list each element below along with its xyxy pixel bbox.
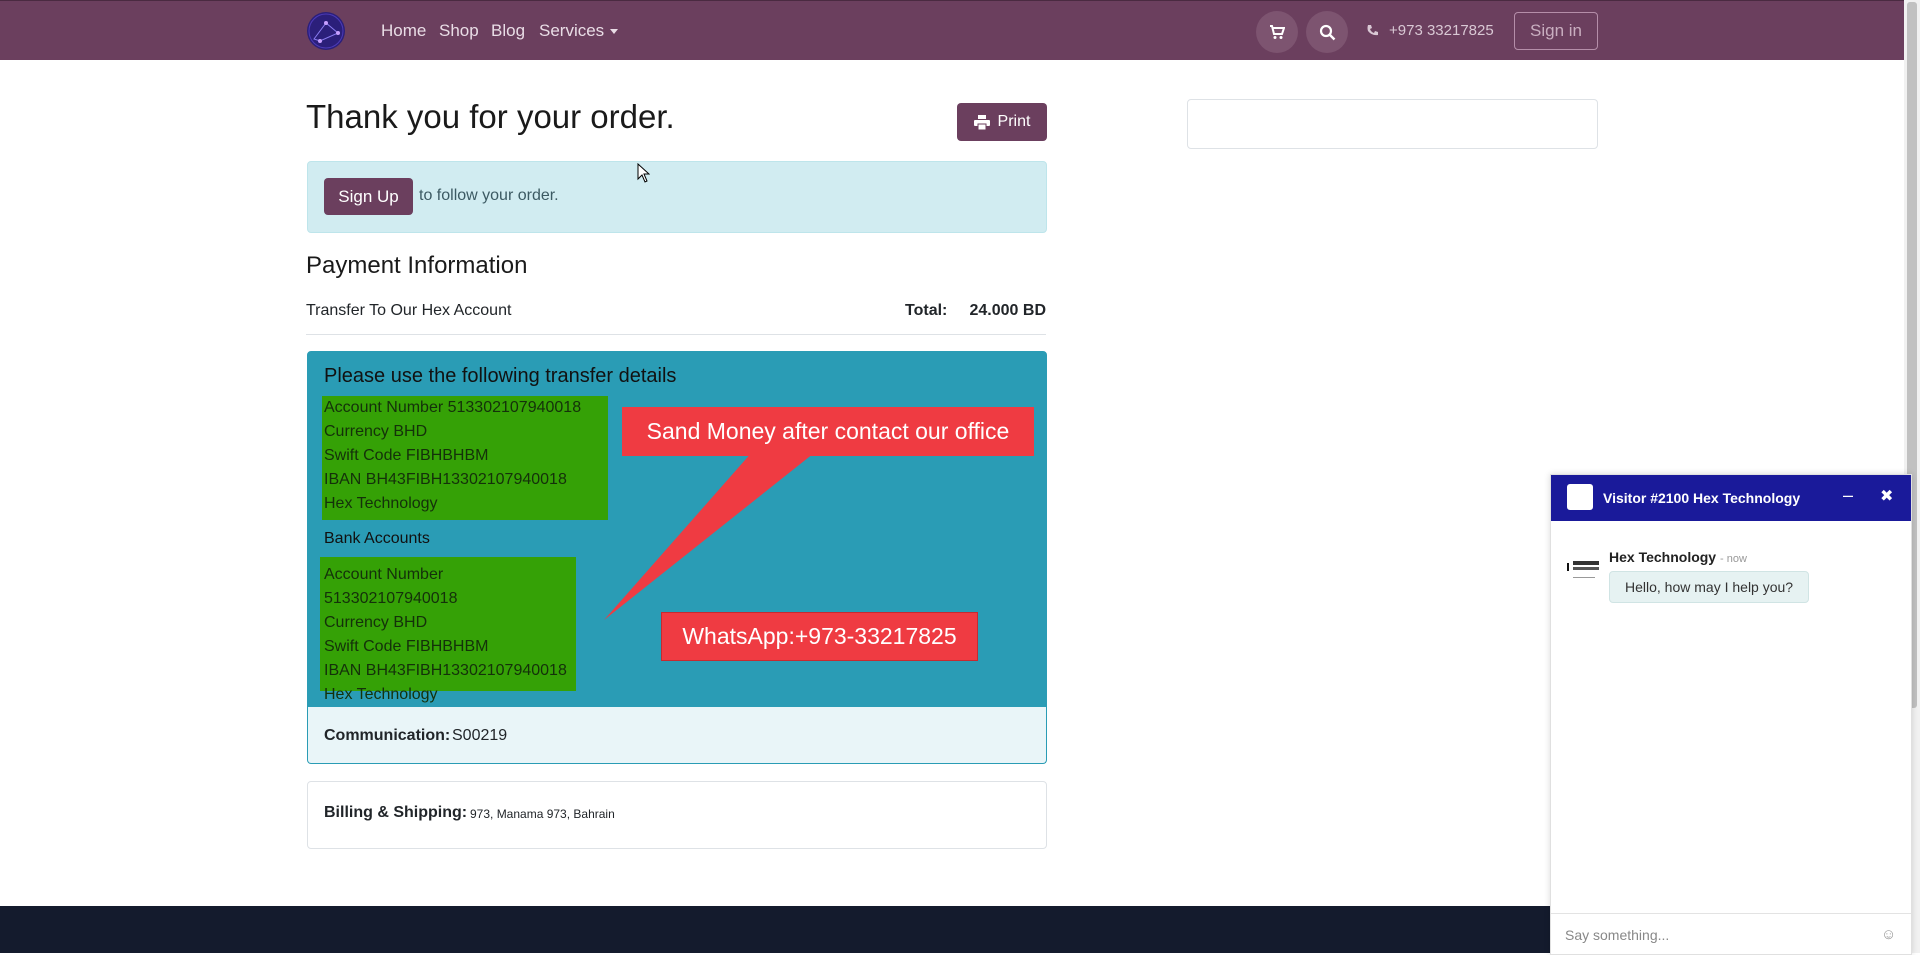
payment-row: Transfer To Our Hex Account Total: 24.00… xyxy=(306,302,1046,335)
cart-button[interactable] xyxy=(1256,11,1298,53)
mouse-cursor-icon xyxy=(637,163,650,183)
phone-icon xyxy=(1367,25,1378,36)
billing-shipping-box: Billing & Shipping: 973, Manama 973, Bah… xyxy=(307,781,1047,849)
billing-address: 973, Manama 973, Bahrain xyxy=(470,807,615,821)
chat-logo xyxy=(1567,484,1593,510)
billing-label: Billing & Shipping: xyxy=(324,804,468,821)
nav-blog[interactable]: Blog xyxy=(491,21,525,41)
search-icon xyxy=(1319,24,1335,40)
caret-down-icon xyxy=(610,29,619,35)
hex-tech-logo xyxy=(1567,561,1599,578)
communication-value: S00219 xyxy=(452,727,508,744)
printer-icon xyxy=(973,114,990,130)
chat-message: Hello, how may I help you? xyxy=(1609,571,1810,603)
chat-input[interactable]: Say something... ☺ xyxy=(1551,913,1911,954)
chat-author: Hex Technology - now xyxy=(1609,549,1747,565)
livechat-window[interactable]: Visitor #2100 Hex Technology – ✖ Hex Tec… xyxy=(1550,474,1912,955)
nav-home[interactable]: Home xyxy=(381,21,426,41)
nav-shop[interactable]: Shop xyxy=(439,21,479,41)
top-navbar: Home Shop Blog Services +973 33217825 Si… xyxy=(0,0,1904,60)
communication-row: Communication: S00219 xyxy=(307,707,1047,764)
callout-whatsapp: WhatsApp:+973-33217825 xyxy=(661,612,978,661)
chat-header[interactable]: Visitor #2100 Hex Technology – ✖ xyxy=(1551,475,1911,521)
operator-avatar xyxy=(1565,553,1601,589)
cart-icon xyxy=(1270,25,1285,39)
signup-alert: Sign Up to follow your order. xyxy=(307,161,1047,233)
transfer-details-panel: Please use the following transfer detail… xyxy=(307,351,1047,709)
chat-time: - now xyxy=(1719,553,1747,565)
emoji-icon[interactable]: ☺ xyxy=(1881,926,1896,943)
print-button[interactable]: Print xyxy=(957,103,1047,141)
print-label: Print xyxy=(997,113,1031,130)
sign-up-button[interactable]: Sign Up xyxy=(324,178,413,215)
chat-author-name: Hex Technology xyxy=(1609,549,1717,565)
minimize-icon[interactable]: – xyxy=(1843,485,1853,506)
alert-text: to follow your order. xyxy=(419,187,559,204)
phone-text: +973 33217825 xyxy=(1389,22,1494,39)
callout-send-money: Sand Money after contact our office xyxy=(622,407,1034,456)
page-title: Thank you for your order. xyxy=(306,98,675,135)
payment-heading: Payment Information xyxy=(306,252,528,279)
chat-input-placeholder: Say something... xyxy=(1565,927,1670,943)
nav-services-label: Services xyxy=(539,21,605,40)
total-label: Total: xyxy=(905,302,948,319)
total-amount: 24.000 BD xyxy=(969,302,1047,319)
order-summary-box xyxy=(1187,99,1598,149)
phone-number[interactable]: +973 33217825 xyxy=(1366,22,1494,39)
chat-title: Visitor #2100 Hex Technology xyxy=(1603,490,1801,506)
close-icon[interactable]: ✖ xyxy=(1880,486,1893,506)
communication-label: Communication: xyxy=(324,727,451,744)
company-logo[interactable] xyxy=(306,11,346,51)
nav-services[interactable]: Services xyxy=(539,21,619,41)
search-button[interactable] xyxy=(1306,11,1348,53)
payment-method: Transfer To Our Hex Account xyxy=(306,302,512,319)
sign-in-button[interactable]: Sign in xyxy=(1514,12,1598,50)
